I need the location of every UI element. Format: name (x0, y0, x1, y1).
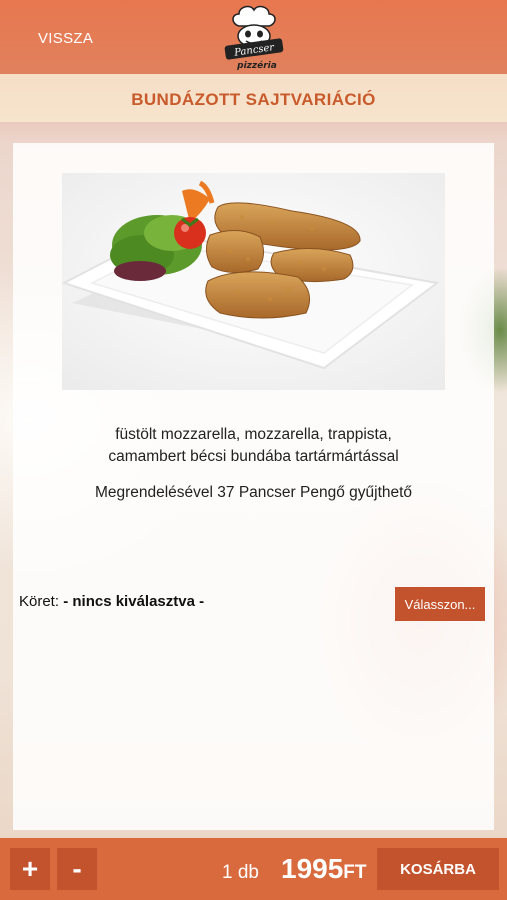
loyalty-points-text: Megrendelésével 37 Pancser Pengő gyűjthe… (94, 484, 413, 501)
side-dish-row: Köret: - nincs kiválasztva - (19, 593, 204, 610)
decrease-quantity-button[interactable]: - (57, 848, 97, 890)
product-title: BUNDÁZOTT SAJTVARIÁCIÓ (131, 90, 376, 109)
quantity-display: 1 db (222, 862, 259, 883)
price-display: 1995FT (281, 853, 367, 885)
description-line-1: füstölt mozzarella, mozzarella, trappist… (115, 426, 392, 443)
price-value: 1995 (281, 853, 344, 884)
increase-quantity-button[interactable]: + (10, 848, 50, 890)
svg-text:pizzéria: pizzéria (236, 60, 277, 71)
side-dish-value: - nincs kiválasztva - (63, 593, 205, 610)
choose-side-button[interactable]: Válasszon... (395, 587, 485, 621)
add-to-cart-button[interactable]: KOSÁRBA (377, 848, 499, 890)
description-line-2: camambert bécsi bundába tartármártással (108, 448, 399, 465)
side-dish-label: Köret: (19, 593, 60, 610)
pancser-logo: Pancser pizzéria (224, 5, 284, 71)
product-image (62, 173, 445, 390)
back-button[interactable]: VISSZA (38, 30, 93, 47)
price-currency: FT (343, 862, 367, 883)
product-description: füstölt mozzarella, mozzarella, trappist… (40, 424, 467, 468)
